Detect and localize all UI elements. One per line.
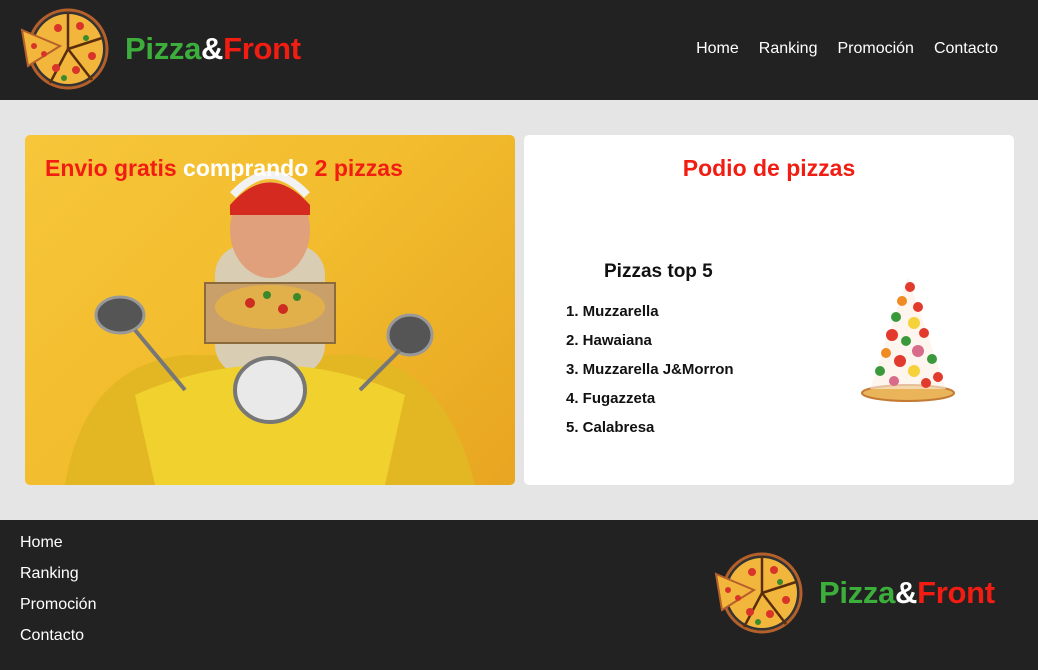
podio-card: Podio de pizzas Pizzas top 5 1. Muzzarel… [524,135,1014,485]
main-nav: Home Ranking Promoción Contacto [696,40,998,58]
footer-link-contacto[interactable]: Contacto [20,627,96,658]
promo-headline: Envio gratis comprando 2 pizzas [45,155,403,181]
site-header: Pizza&Front Home Ranking Promoción Conta… [0,0,1038,100]
list-item: 3. Muzzarella J&Morron [566,361,734,378]
footer-link-home[interactable]: Home [20,534,96,565]
nav-ranking[interactable]: Ranking [759,40,818,58]
list-item: 5. Calabresa [566,419,655,436]
list-item: 1. Muzzarella [566,303,659,320]
brand-wordmark: Pizza&Front [125,31,301,66]
nav-contacto[interactable]: Contacto [934,40,998,58]
delivery-scooter-man-photo [65,171,475,485]
podio-title: Podio de pizzas [682,155,856,181]
top-pizza-list: 1. Muzzarella 2. Hawaiana 3. Muzzarella … [566,303,734,448]
pizza-slices-icon [714,552,803,634]
pizza-ingredients-tower-image [861,277,955,402]
footer-link-promocion[interactable]: Promoción [20,596,96,627]
pizza-slices-icon [20,8,109,90]
brand-wordmark: Pizza&Front [819,575,995,610]
footer-logo[interactable]: Pizza&Front [714,552,995,634]
list-item: 2. Hawaiana [566,332,652,349]
top-list-title: Pizzas top 5 [604,261,713,282]
nav-promocion[interactable]: Promoción [837,40,913,58]
list-item: 4. Fugazzeta [566,390,656,407]
nav-home[interactable]: Home [696,40,739,58]
header-logo[interactable]: Pizza&Front [20,8,301,90]
promo-card: Envio gratis comprando 2 pizzas [25,135,515,485]
footer-nav: Home Ranking Promoción Contacto [20,534,96,658]
footer-link-ranking[interactable]: Ranking [20,565,96,596]
